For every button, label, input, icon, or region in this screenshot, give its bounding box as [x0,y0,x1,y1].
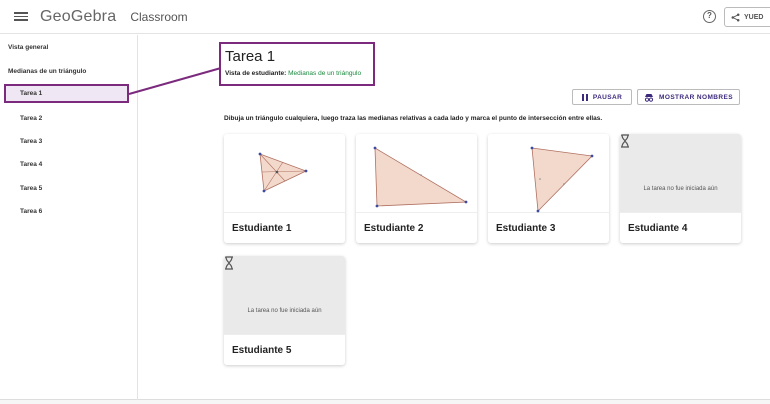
show-names-button[interactable]: MOSTRAR NOMBRES [637,89,740,105]
student-card-1[interactable]: Estudiante 1 [224,134,345,243]
task-header: Tarea 1 Vista de estudiante: Medianas de… [219,42,375,86]
student-name: Estudiante 5 [232,345,292,356]
student-view-link[interactable]: Medianas de un triángulo [288,70,361,77]
hourglass-icon [621,134,629,148]
pause-label: PAUSAR [592,93,623,101]
student-name: Estudiante 2 [364,223,424,234]
triangle-drawing [258,152,308,193]
student-view-label: Vista de estudiante: [225,70,287,77]
triangle-drawing [530,146,594,213]
task-instructions: Dibuja un triángulo cualquiera, luego tr… [224,115,603,122]
student-thumbnail [224,134,345,213]
student-thumbnail: La tarea no fue iniciada aún [224,256,345,335]
student-name: Estudiante 3 [496,223,556,234]
classroom-app: GeoGebra Classroom ? YUED Vista general … [0,0,770,400]
triangle-drawing [373,146,468,208]
student-name: Estudiante 1 [232,223,292,234]
task-status: La tarea no fue iniciada aún [643,186,718,192]
hourglass-icon [225,256,233,270]
incognito-icon [644,93,654,102]
student-card-4[interactable]: La tarea no fue iniciada aún Estudiante … [620,134,741,243]
page-title: Tarea 1 [225,48,276,65]
pause-button[interactable]: PAUSAR [572,89,632,105]
task-status: La tarea no fue iniciada aún [247,308,322,314]
student-thumbnail: La tarea no fue iniciada aún [620,134,741,213]
student-view: Vista de estudiante: Medianas de un triá… [225,70,369,77]
pause-icon [581,93,588,101]
student-card-2[interactable]: Estudiante 2 [356,134,477,243]
student-thumbnail [356,134,477,213]
student-thumbnail [488,134,609,213]
student-card-5[interactable]: La tarea no fue iniciada aún Estudiante … [224,256,345,365]
show-names-label: MOSTRAR NOMBRES [659,93,733,101]
student-card-3[interactable]: Estudiante 3 [488,134,609,243]
student-name: Estudiante 4 [628,223,688,234]
